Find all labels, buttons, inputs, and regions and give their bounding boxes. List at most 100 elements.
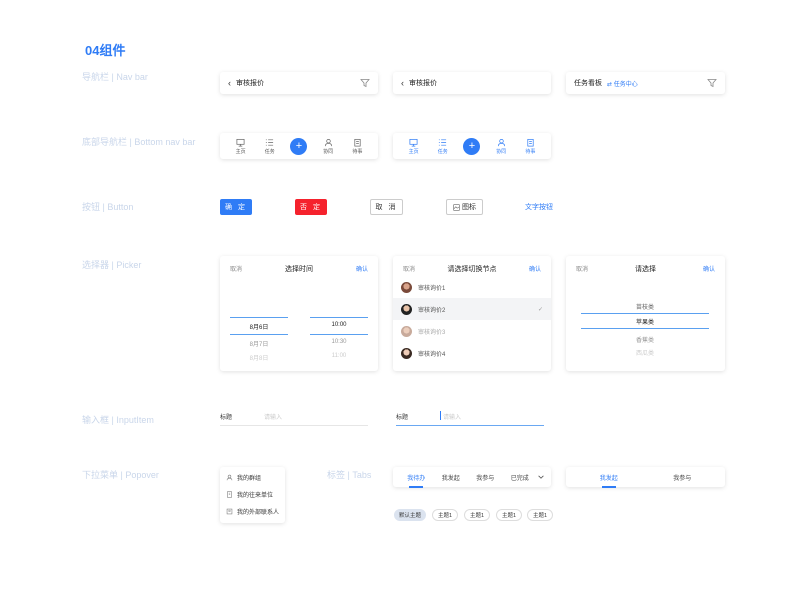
node-option[interactable]: 审核询价4 [393, 342, 551, 364]
bottom-nav-home[interactable]: 主页 [230, 138, 252, 155]
cancel-button[interactable]: 取 消 [370, 199, 403, 215]
popover-item-label: 我的往来单位 [237, 493, 274, 499]
bottom-nav-collab[interactable]: 协同 [317, 138, 339, 155]
monitor-icon [236, 138, 245, 146]
picker-cancel[interactable]: 取消 [230, 264, 242, 274]
node-option[interactable]: 审核询价3 [393, 320, 551, 342]
picker-time-option[interactable]: 11:00 [310, 353, 368, 359]
bottom-nav-1: 主页 任务 + 协同 待事 [220, 133, 378, 159]
navbar-1: ‹ 审核报价 [220, 72, 378, 94]
picker-confirm[interactable]: 确认 [356, 264, 368, 274]
input-field[interactable]: 请输入 [264, 412, 282, 421]
icon-button[interactable]: 图标 [446, 199, 483, 215]
picker-cancel[interactable]: 取消 [576, 264, 588, 274]
monitor-icon [409, 138, 418, 146]
picker-date-option[interactable]: 8月7日 [230, 339, 288, 348]
tab-participated[interactable]: 我参与 [646, 473, 720, 482]
filter-icon[interactable] [707, 78, 717, 88]
bottom-nav-label: 主页 [408, 148, 419, 155]
tab-completed[interactable]: 已完成 [503, 473, 538, 482]
back-chevron-icon[interactable]: ‹ [401, 78, 404, 88]
navbar-title: 审核报价 [236, 80, 264, 87]
node-option-label: 审核询价3 [418, 329, 446, 336]
input-field-focused[interactable]: 请输入 [443, 412, 461, 421]
bottom-nav-todo[interactable]: 待事 [346, 138, 368, 155]
navbar-title: 任务看板 [574, 80, 602, 87]
picker-time-option[interactable]: 10:00 [310, 322, 368, 328]
bottom-nav-label: 主页 [235, 148, 246, 155]
bottom-nav-task[interactable]: 任务 [259, 138, 281, 155]
bottom-nav-task[interactable]: 任务 [432, 138, 454, 155]
tab-initiated[interactable]: 我发起 [434, 473, 469, 482]
plus-icon: + [463, 137, 481, 155]
bottom-nav-add[interactable]: + [461, 137, 483, 155]
page-title: 04组件 [85, 43, 126, 58]
tag-chip[interactable]: 主题1 [496, 509, 522, 521]
list-picker: 取消 请选择 确认 苗枝类 苹果类 香蕉类 西瓜类 [566, 256, 725, 371]
picker-time-option[interactable]: 10:30 [310, 339, 368, 345]
bottom-nav-home[interactable]: 主页 [403, 138, 425, 155]
tab-todo[interactable]: 我待办 [399, 473, 434, 488]
avatar [401, 325, 412, 337]
bottom-nav-add[interactable]: + [288, 137, 310, 155]
filter-icon[interactable] [360, 78, 370, 88]
popover-item-contacts[interactable]: 我的外部联系人 [220, 503, 285, 520]
tab-initiated[interactable]: 我发起 [572, 473, 646, 488]
back-chevron-icon[interactable]: ‹ [228, 78, 231, 88]
tag-chip[interactable]: 主题1 [464, 509, 490, 521]
section-label-tabs: 标签 | Tabs [327, 470, 372, 480]
popover-item-units[interactable]: 我的往来单位 [220, 486, 285, 503]
bottom-nav-label: 任务 [437, 148, 448, 155]
plus-icon: + [290, 137, 308, 155]
node-option-label: 审核询价1 [418, 285, 446, 292]
image-icon [453, 203, 460, 211]
contact-icon [226, 508, 233, 515]
picker-confirm[interactable]: 确认 [529, 264, 541, 274]
avatar [401, 281, 412, 293]
popover-item-groups[interactable]: 我的群组 [220, 469, 285, 486]
clipboard-icon [527, 138, 534, 146]
section-label-picker: 选择器 | Picker [82, 260, 142, 270]
bottom-nav-2: 主页 任务 + 协同 待事 [393, 133, 551, 159]
picker-option[interactable]: 苗枝类 [581, 302, 709, 311]
section-label-input: 输入框 | InputItem [82, 415, 154, 425]
chevron-down-icon[interactable] [537, 473, 545, 481]
task-center-link[interactable]: ⇄ 任务中心 [607, 79, 638, 88]
picker-title: 请选择 [635, 266, 656, 273]
navbar-2: ‹ 审核报价 [393, 72, 551, 94]
section-label-button: 按钮 | Button [82, 202, 134, 212]
picker-confirm[interactable]: 确认 [703, 264, 715, 274]
picker-option[interactable]: 西瓜类 [581, 348, 709, 357]
bottom-nav-collab[interactable]: 协同 [490, 138, 512, 155]
popover-item-label: 我的群组 [237, 476, 262, 482]
picker-date-option[interactable]: 8月8日 [230, 353, 288, 362]
picker-date-option[interactable]: 8月6日 [230, 322, 288, 331]
input-label: 标题 [220, 415, 233, 421]
picker-cancel[interactable]: 取消 [403, 264, 415, 274]
confirm-button[interactable]: 确 定 [220, 199, 252, 215]
picker-option-selected[interactable]: 苹果类 [581, 317, 709, 326]
clipboard-icon [354, 138, 361, 146]
text-button[interactable]: 文字按钮 [522, 199, 556, 215]
tag-chip-default[interactable]: 默认主题 [394, 509, 426, 521]
node-picker: 取消 请选择切换节点 确认 审核询价1 审核询价2 ✓ 审核询价3 审核询价4 [393, 256, 551, 371]
building-icon [227, 491, 232, 498]
tag-chip[interactable]: 主题1 [432, 509, 458, 521]
input-cursor [440, 411, 441, 420]
tabs-bar-1: 我待办 我发起 我参与 已完成 [393, 467, 551, 488]
avatar [401, 303, 412, 315]
popover-menu: 我的群组 我的往来单位 我的外部联系人 [220, 467, 285, 523]
deny-button[interactable]: 否 定 [295, 199, 327, 215]
node-option-selected[interactable]: 审核询价2 ✓ [393, 298, 551, 320]
time-picker: 取消 选择时间 确认 8月6日 8月7日 8月8日 10:00 10:30 11… [220, 256, 378, 371]
node-option[interactable]: 审核询价1 [393, 276, 551, 298]
section-label-navbar: 导航栏 | Nav bar [82, 72, 148, 82]
navbar-title: 审核报价 [409, 80, 437, 87]
bottom-nav-todo[interactable]: 待事 [519, 138, 541, 155]
picker-option[interactable]: 香蕉类 [581, 335, 709, 344]
people-icon [497, 138, 505, 146]
popover-item-label: 我的外部联系人 [237, 510, 280, 516]
bottom-nav-label: 待事 [525, 148, 536, 155]
tag-chip[interactable]: 主题1 [527, 509, 553, 521]
tab-participated[interactable]: 我参与 [468, 473, 503, 482]
